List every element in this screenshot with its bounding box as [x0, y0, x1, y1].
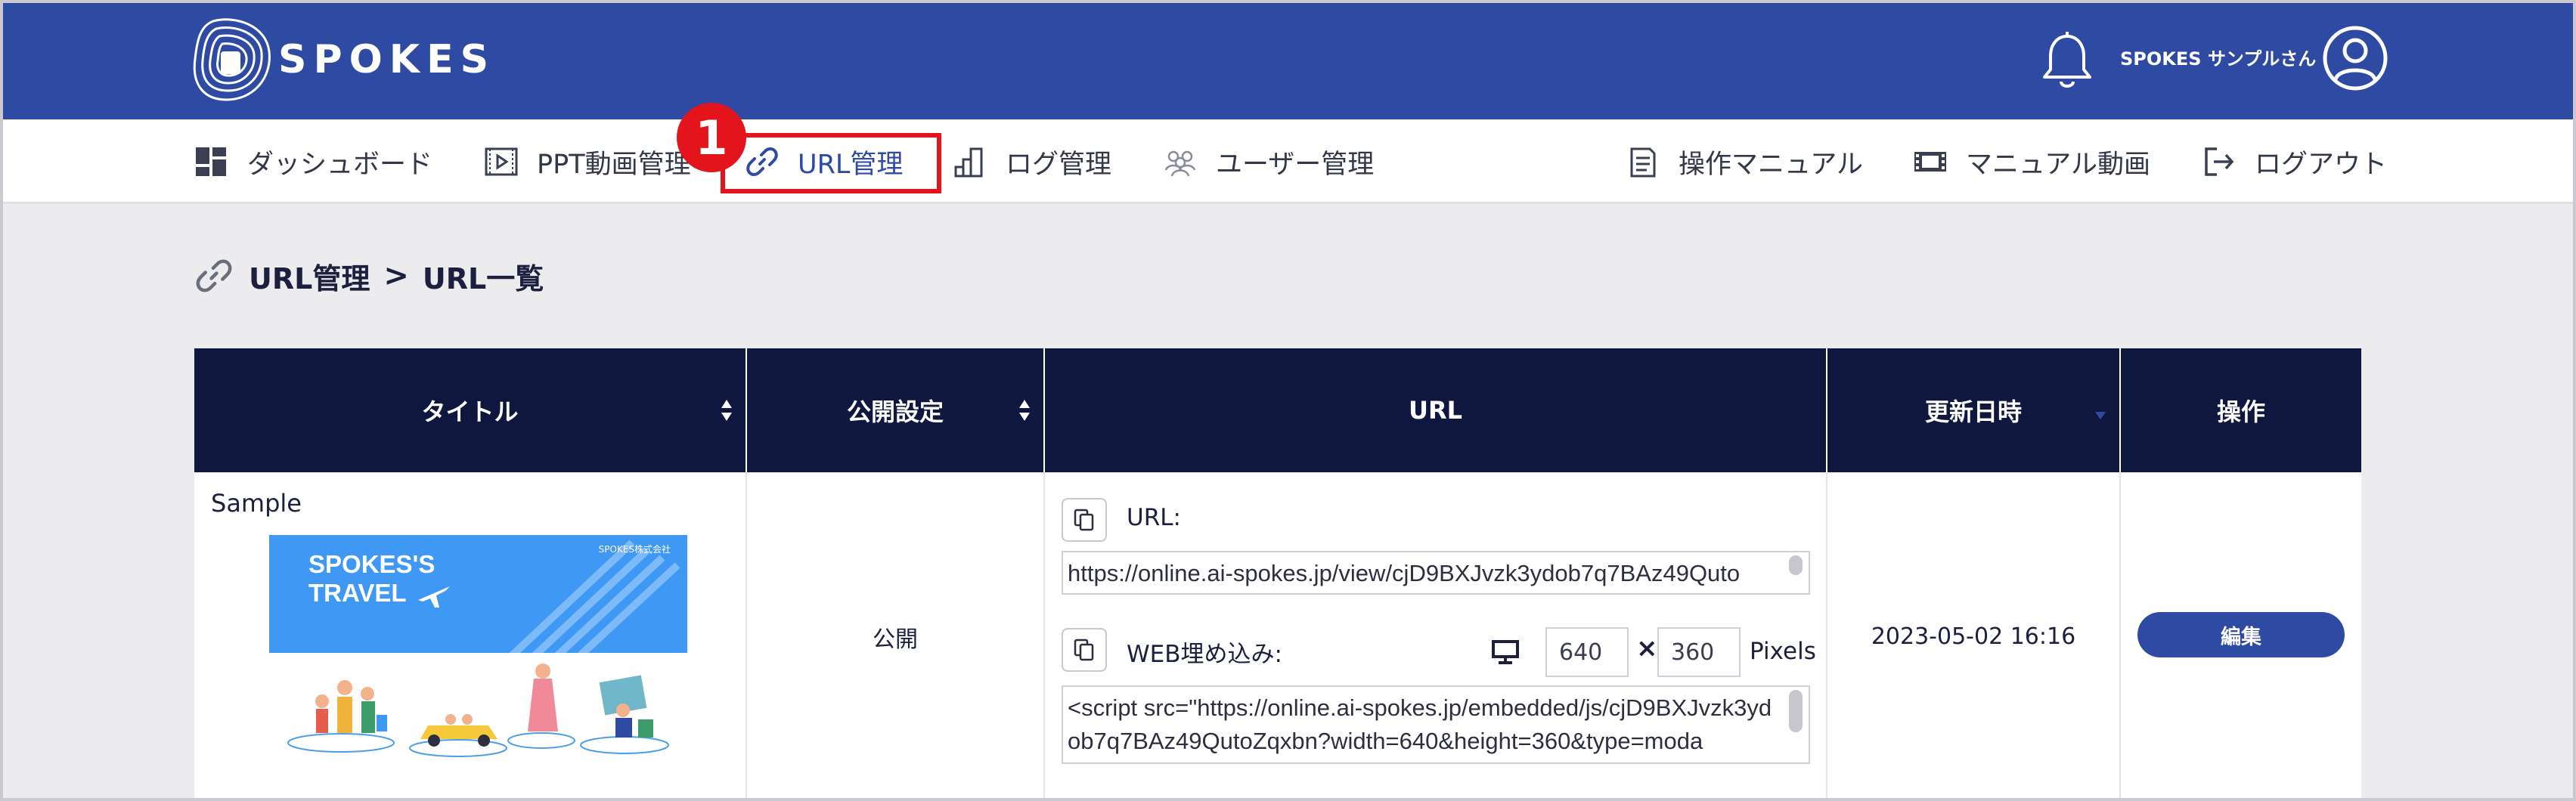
nav-label: ユーザー管理: [1216, 149, 1375, 180]
user-name[interactable]: SPOKES サンプルさん: [2120, 44, 2316, 70]
logo[interactable]: SPOKES: [191, 15, 495, 104]
scrollbar-thumb[interactable]: [1789, 555, 1803, 575]
sort-icon: [721, 400, 732, 421]
updated-value: 2023-05-02 16:16: [1871, 623, 2076, 650]
column-header-updated[interactable]: 更新日時: [1827, 348, 2121, 472]
copy-embed-button[interactable]: [1062, 628, 1107, 672]
copy-url-button[interactable]: [1062, 498, 1107, 542]
table-header: タイトル 公開設定 URL 更新日時 操作: [194, 348, 2361, 472]
nav-item-logout[interactable]: ログアウト: [2202, 119, 2387, 204]
sort-icon: [1019, 400, 1030, 421]
updated-cell: 2023-05-02 16:16: [1827, 472, 2121, 801]
edit-button[interactable]: 編集: [2137, 612, 2345, 657]
thumbnail[interactable]: SPOKES'S TRAVEL SPOKES株式会社: [269, 535, 687, 758]
visibility-value: 公開: [873, 626, 918, 653]
link-icon: [746, 147, 778, 176]
pixels-unit: Pixels: [1750, 638, 1816, 665]
nav-item-ppt-video[interactable]: PPT動画管理: [484, 119, 691, 204]
thumbnail-company: SPOKES株式会社: [598, 544, 671, 555]
embed-code-field[interactable]: <script src="https://online.ai-spokes.jp…: [1062, 685, 1810, 764]
url-value: https://online.ai-spokes.jp/view/cjD9BXJ…: [1068, 560, 1741, 586]
nav-label: マニュアル動画: [1966, 149, 2150, 180]
column-header-actions: 操作: [2216, 397, 2265, 426]
scrollbar-thumb[interactable]: [1789, 690, 1803, 732]
log-chart-icon: [954, 147, 983, 178]
monitor-icon: [1492, 640, 1519, 664]
link-icon: [196, 259, 232, 292]
title-cell: Sample SPOKES'S TRAVEL SPOKES株式会社: [194, 472, 747, 801]
embed-width-input[interactable]: 640: [1545, 627, 1629, 677]
embed-label: WEB埋め込み:: [1127, 641, 1282, 668]
url-field[interactable]: https://online.ai-spokes.jp/view/cjD9BXJ…: [1062, 551, 1810, 595]
nav-item-url[interactable]: URL管理: [745, 119, 903, 204]
nav-item-dashboard[interactable]: ダッシュボード: [194, 119, 432, 204]
logout-icon: [2205, 147, 2234, 176]
nav-label: 操作マニュアル: [1679, 149, 1863, 180]
nav-label: ダッシュボード: [247, 149, 433, 180]
row-title[interactable]: Sample: [211, 489, 302, 518]
step-badge: 1: [677, 103, 746, 172]
users-icon: [1164, 150, 1196, 177]
embed-code: <script src="https://online.ai-spokes.jp…: [1068, 694, 1772, 754]
copy-icon: [1074, 639, 1094, 661]
user-avatar-icon[interactable]: [2322, 25, 2388, 91]
column-header-title[interactable]: タイトル: [194, 348, 747, 472]
breadcrumb-separator: >: [383, 258, 409, 293]
top-bar: SPOKES SPOKES サンプルさん: [0, 0, 2576, 119]
main-nav: ダッシュボード PPT動画管理 URL管理 ログ管理 ユーザー管理 操作マニュア…: [0, 119, 2576, 204]
breadcrumb-current: URL一覧: [422, 261, 544, 295]
url-cell: URL: https://online.ai-spokes.jp/view/cj…: [1045, 472, 1827, 801]
nav-item-manual-video[interactable]: マニュアル動画: [1913, 119, 2150, 204]
nav-item-manual[interactable]: 操作マニュアル: [1626, 119, 1863, 204]
breadcrumb: URL管理 > URL一覧: [194, 251, 544, 301]
nav-item-users[interactable]: ユーザー管理: [1163, 119, 1374, 204]
ppt-video-icon: [485, 147, 518, 176]
dashboard-icon: [196, 147, 226, 176]
action-cell: 編集: [2121, 472, 2361, 801]
nav-label: ログ管理: [1006, 149, 1112, 180]
copy-icon: [1074, 509, 1094, 531]
embed-height-input[interactable]: 360: [1657, 627, 1741, 677]
column-header-url: URL: [1045, 348, 1827, 472]
thumbnail-banner: SPOKES'S TRAVEL SPOKES株式会社: [269, 535, 687, 653]
sort-desc-icon: [2095, 412, 2106, 419]
travel-illustration: [287, 663, 669, 757]
logo-icon: [193, 18, 271, 101]
nav-label: URL管理: [798, 149, 904, 180]
logo-text: SPOKES: [278, 37, 496, 82]
nav-item-log[interactable]: ログ管理: [953, 119, 1111, 204]
bell-icon[interactable]: [2038, 30, 2096, 91]
breadcrumb-parent[interactable]: URL管理: [249, 255, 370, 297]
nav-label: ログアウト: [2255, 149, 2388, 180]
times-symbol: ×: [1636, 633, 1658, 663]
nav-label: PPT動画管理: [537, 149, 691, 180]
visibility-cell: 公開: [747, 472, 1045, 801]
airplane-icon: [418, 586, 450, 608]
film-icon: [1914, 152, 1946, 172]
url-label: URL:: [1127, 504, 1181, 531]
table-row: Sample SPOKES'S TRAVEL SPOKES株式会社 公開 URL…: [194, 472, 2361, 801]
column-header-visibility[interactable]: 公開設定: [747, 348, 1045, 472]
manual-icon: [1630, 147, 1656, 178]
